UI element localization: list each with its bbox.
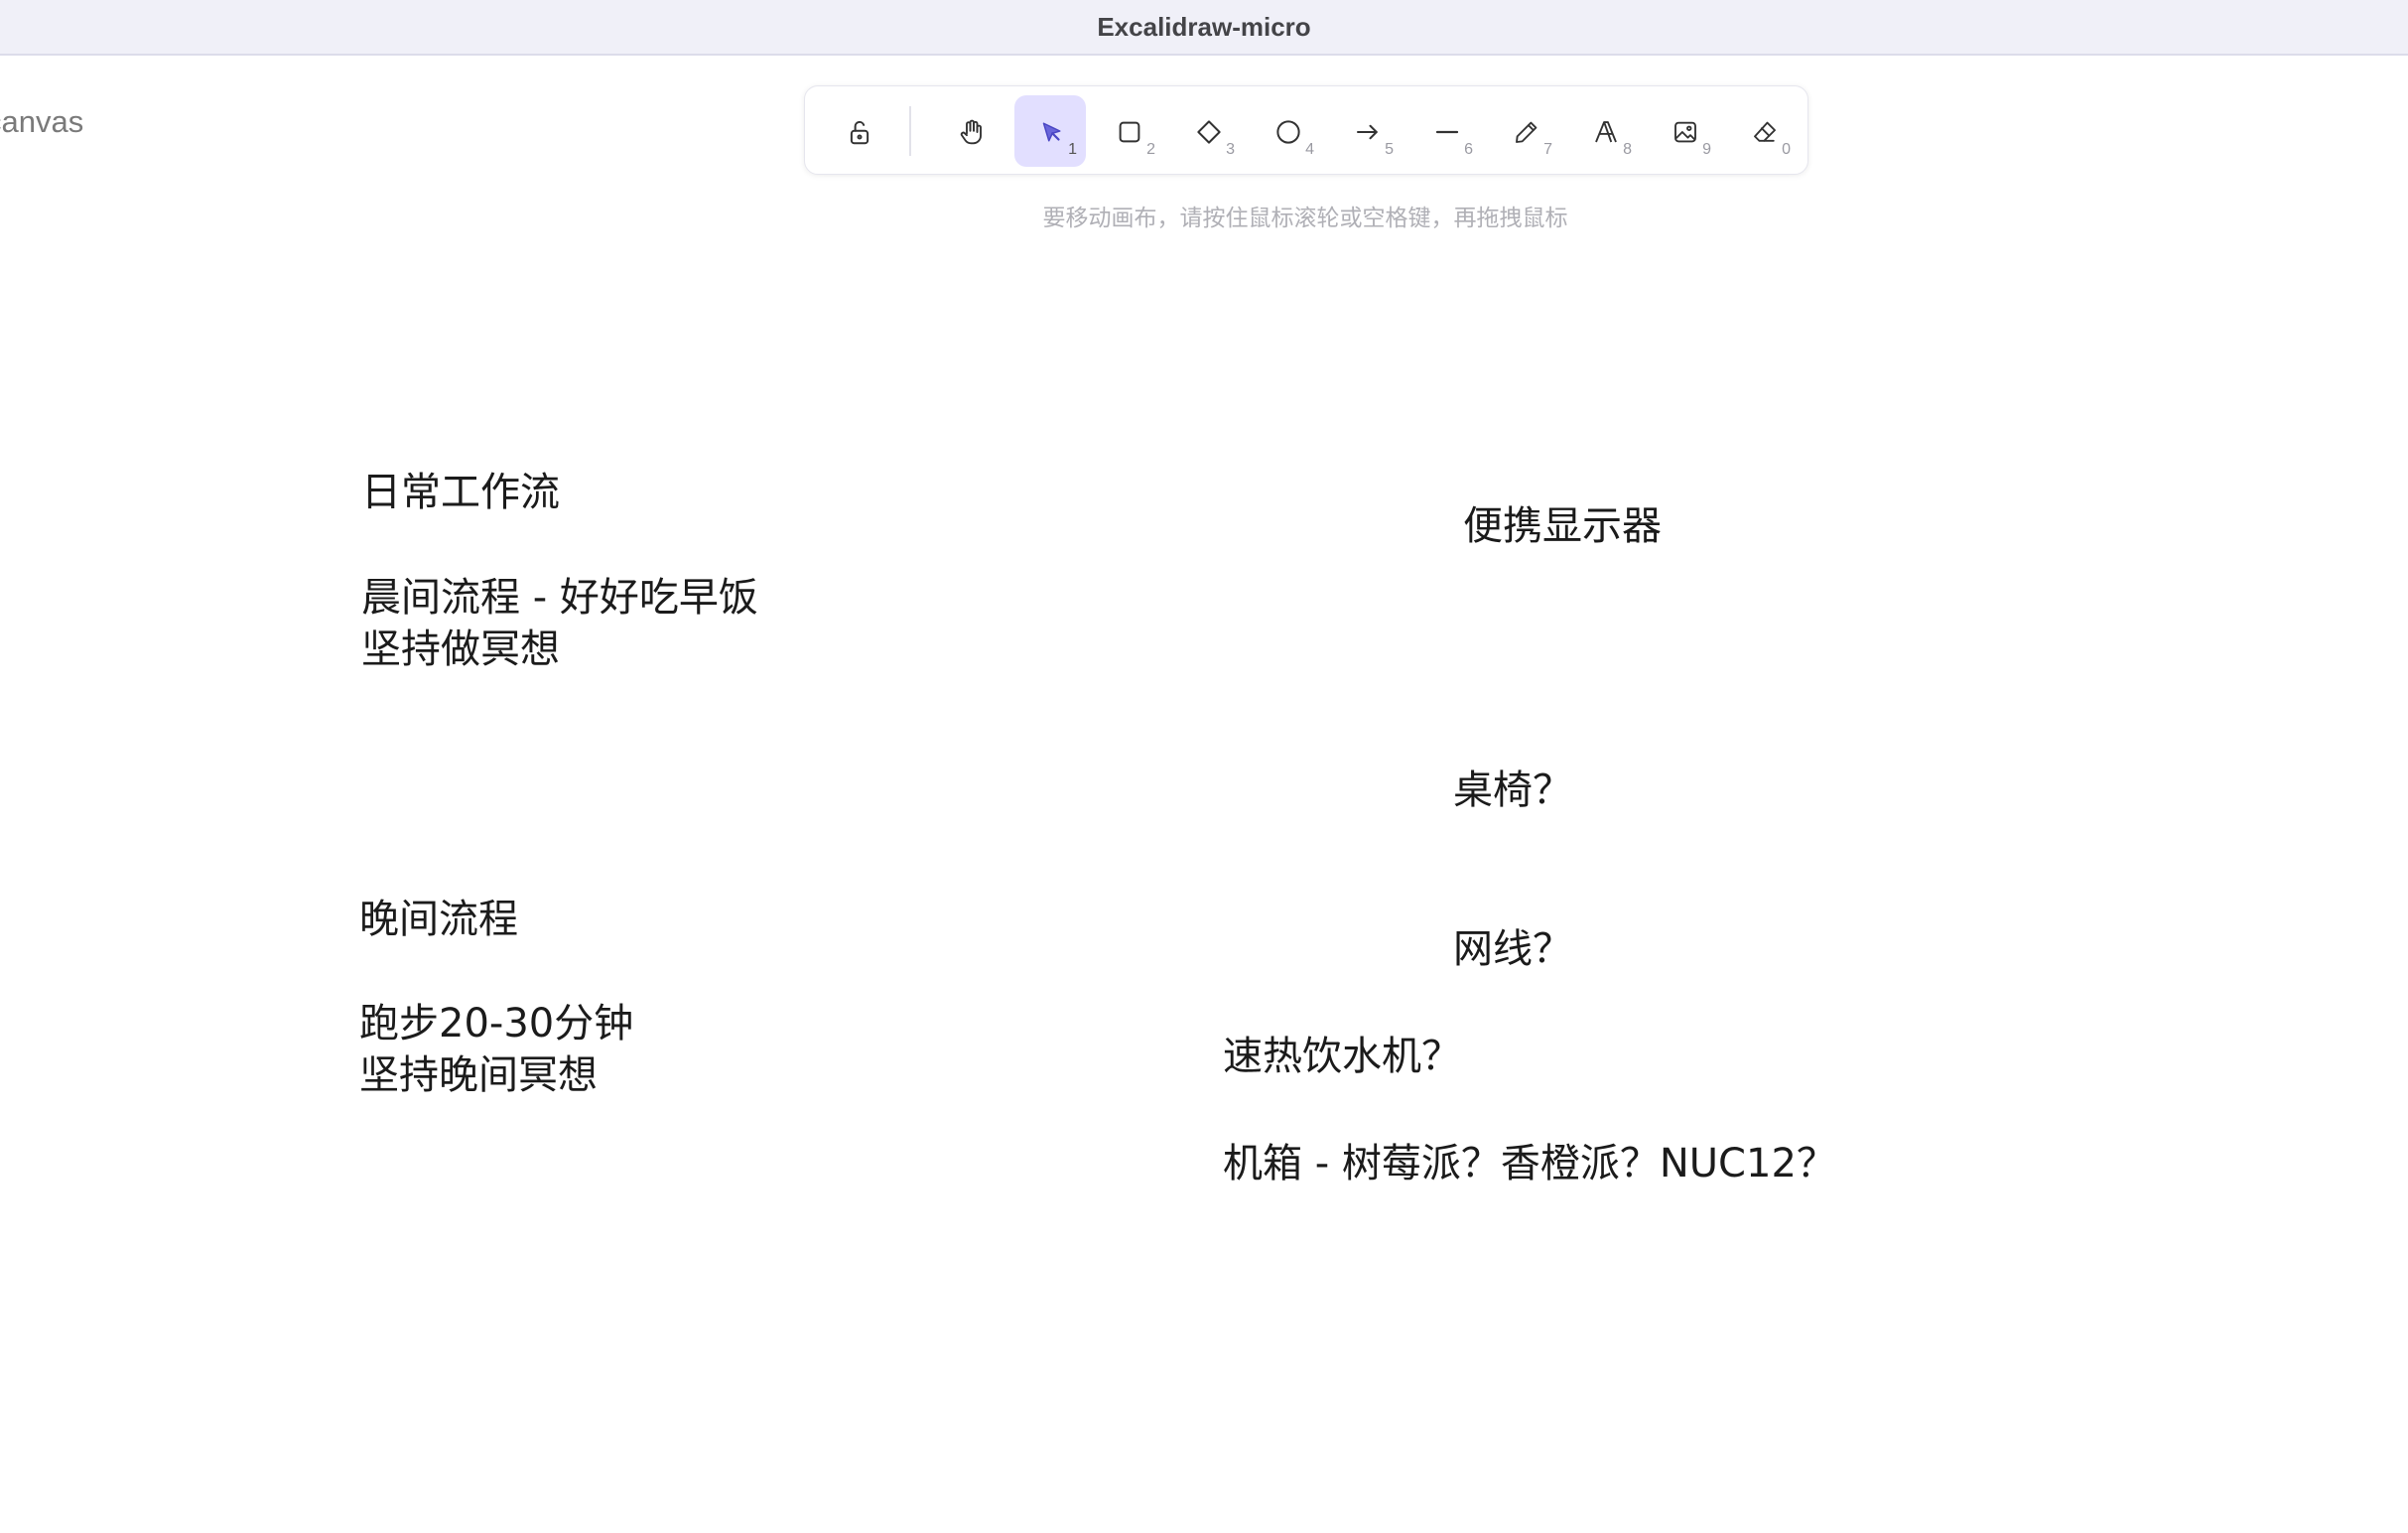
arrow-right-icon: [1357, 124, 1378, 140]
lock-open-icon: [850, 121, 870, 145]
tool-shortcut-key: 0: [1782, 141, 1791, 158]
pointer-icon: [1042, 122, 1061, 142]
toolbar-divider: [909, 106, 911, 156]
pencil-icon: [1516, 121, 1538, 143]
window-title: Excalidraw-micro: [1097, 12, 1311, 42]
sidebar-canvas-label[interactable]: canvas: [0, 104, 83, 140]
tool-shortcut-key: 8: [1623, 141, 1632, 158]
tool-shortcut-key: 1: [1068, 141, 1077, 158]
tool-shortcut-key: 4: [1305, 141, 1314, 158]
canvas-text-computer-case[interactable]: 机箱 - 树莓派？香橙派？NUC12？: [1223, 1138, 1836, 1189]
draw-tool-button[interactable]: 7: [1490, 95, 1561, 167]
diamond-tool-button[interactable]: 3: [1172, 95, 1244, 167]
tool-shortcut-key: 7: [1543, 141, 1552, 158]
square-icon: [1119, 121, 1140, 143]
line-icon: [1435, 130, 1459, 134]
title-bar: Excalidraw-micro: [0, 0, 2408, 56]
canvas-text-evening-routine[interactable]: 跑步20-30分钟 坚持晚间冥想: [359, 998, 633, 1101]
image-icon: [1674, 121, 1696, 143]
ellipse-tool-button[interactable]: 4: [1252, 95, 1323, 167]
tool-shortcut-key: 9: [1702, 141, 1711, 158]
tool-shortcut-key: 5: [1385, 141, 1394, 158]
canvas-text-desk-chair[interactable]: 桌椅？: [1453, 765, 1572, 816]
diamond-icon: [1197, 120, 1221, 144]
text-icon: [1595, 121, 1617, 143]
eraser-tool-button[interactable]: 0: [1728, 95, 1800, 167]
hand-tool-button[interactable]: [935, 95, 1006, 167]
tool-shortcut-key: 2: [1146, 141, 1155, 158]
canvas-text-daily-workflow[interactable]: 日常工作流: [361, 467, 560, 518]
text-tool-button[interactable]: 8: [1569, 95, 1641, 167]
image-tool-button[interactable]: 9: [1649, 95, 1720, 167]
toolbar: 1 2 3 4 5 6 7 8 9 0: [804, 85, 1808, 175]
canvas-text-network-cable[interactable]: 网线？: [1453, 923, 1572, 975]
circle-icon: [1276, 120, 1300, 144]
tool-shortcut-key: 6: [1464, 141, 1473, 158]
pan-hint-text: 要移动画布，请按住鼠标滚轮或空格键，再拖拽鼠标: [1042, 206, 1568, 231]
tool-shortcut-key: 3: [1226, 141, 1235, 158]
canvas-text-evening-title[interactable]: 晚间流程: [359, 894, 518, 945]
line-tool-button[interactable]: 6: [1410, 95, 1482, 167]
eraser-icon: [1754, 121, 1776, 142]
arrow-tool-button[interactable]: 5: [1331, 95, 1403, 167]
canvas-text-water-dispenser[interactable]: 速热饮水机？: [1223, 1031, 1461, 1082]
canvas-text-portable-monitor[interactable]: 便携显示器: [1463, 500, 1662, 552]
rectangle-tool-button[interactable]: 2: [1093, 95, 1164, 167]
selection-tool-button[interactable]: 1: [1014, 95, 1086, 167]
canvas-text-morning-routine[interactable]: 晨间流程 - 好好吃早饭 坚持做冥想: [361, 572, 758, 675]
hand-icon: [960, 119, 982, 145]
lock-button[interactable]: [823, 95, 894, 167]
